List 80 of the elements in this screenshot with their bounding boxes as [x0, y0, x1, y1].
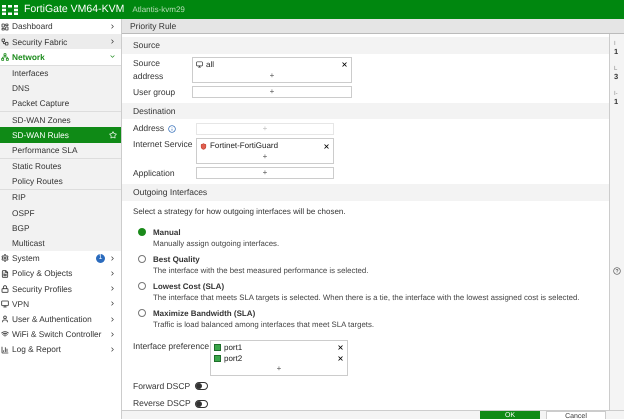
- field-label: Forward DSCP: [133, 380, 192, 392]
- sidebar-item[interactable]: VPN: [0, 296, 121, 312]
- chevron-icon: [109, 346, 116, 354]
- section-heading: Source: [122, 37, 609, 54]
- menu-icon: [1, 284, 9, 293]
- menu-icon: [1, 38, 9, 46]
- menu-icon: [1, 330, 9, 338]
- sidebar-item[interactable]: Security Fabric: [0, 34, 121, 50]
- shield-icon: [200, 142, 207, 150]
- field-label: User group: [133, 86, 176, 98]
- user-group-field[interactable]: +: [192, 86, 352, 98]
- interface-tag: port2: [224, 352, 334, 364]
- sidebar-subitem[interactable]: Performance SLA: [0, 142, 121, 158]
- sidebar-item[interactable]: Network: [0, 49, 121, 65]
- sidebar-subitem[interactable]: BGP: [0, 220, 121, 236]
- star-icon[interactable]: [109, 130, 117, 139]
- sidebar-subitem[interactable]: SD-WAN Rules: [0, 127, 121, 142]
- sidebar-item[interactable]: Security Profiles: [0, 281, 121, 296]
- sidebar-item[interactable]: WiFi & Switch Controller: [0, 326, 121, 342]
- sidebar-item[interactable]: User & Authentication: [0, 312, 121, 327]
- radio-button[interactable]: [138, 308, 146, 316]
- address-tag: all: [206, 58, 338, 71]
- menu-icon: [1, 254, 9, 262]
- field-label: Interface preference: [133, 340, 210, 352]
- remove-icon[interactable]: [337, 354, 344, 362]
- menu-icon: [1, 300, 9, 308]
- sidebar-subitem[interactable]: Interfaces: [0, 66, 121, 81]
- menu-icon: [1, 315, 9, 324]
- menu-icon: [1, 270, 9, 278]
- menu-icon: [1, 22, 9, 31]
- sidebar-item[interactable]: Policy & Objects: [0, 266, 121, 282]
- strategy-title[interactable]: Best Quality: [153, 254, 368, 264]
- radio-button[interactable]: [138, 282, 146, 290]
- help-icon[interactable]: [613, 267, 621, 275]
- product-name: FortiGate VM64-KVM: [24, 2, 124, 17]
- section-heading: Destination: [122, 102, 609, 120]
- application-field[interactable]: +: [196, 167, 334, 180]
- sidebar-subitem[interactable]: Policy Routes: [0, 174, 121, 190]
- field-label: Reverse DSCP: [133, 397, 192, 410]
- info-icon[interactable]: [168, 124, 176, 133]
- sidebar-subitem[interactable]: SD-WAN Zones: [0, 112, 121, 128]
- remove-icon[interactable]: [341, 61, 348, 68]
- chevron-icon: [109, 254, 116, 262]
- internet-service-field[interactable]: Fortinet-FortiGuard +: [196, 138, 334, 164]
- field-label: Internet Service: [133, 138, 194, 151]
- address-icon: [196, 61, 203, 68]
- remove-icon[interactable]: [337, 344, 344, 350]
- remove-icon[interactable]: [323, 142, 330, 150]
- interface-tag: port1: [224, 342, 334, 352]
- radio-button[interactable]: [138, 228, 146, 236]
- radio-button[interactable]: [138, 254, 146, 262]
- field-label: Application: [133, 167, 176, 180]
- sidebar-subitem[interactable]: DNS: [0, 80, 121, 96]
- add-button[interactable]: +: [196, 70, 348, 81]
- strategy-intro: Select a strategy for how outgoing interfaces will be chosen.: [133, 206, 347, 218]
- add-button[interactable]: +: [200, 152, 330, 162]
- toggle-switch[interactable]: [195, 382, 208, 390]
- hostname: Atlantis-kvm29: [132, 4, 185, 16]
- menu-icon: [1, 346, 9, 354]
- field-label: Address: [133, 122, 164, 136]
- strategy-title[interactable]: Manual: [153, 226, 280, 238]
- sidebar-item[interactable]: Log & Report: [0, 342, 121, 358]
- logo-icon: [2, 4, 18, 14]
- sidebar-subitem[interactable]: OSPF: [0, 205, 121, 220]
- service-tag: Fortinet-FortiGuard: [210, 140, 320, 152]
- toggle-switch[interactable]: [195, 400, 208, 408]
- sidebar-subitem[interactable]: Static Routes: [0, 158, 121, 174]
- sidebar-subitem[interactable]: RIP: [0, 190, 121, 206]
- sidebar-subitem[interactable]: Packet Capture: [0, 96, 121, 112]
- strategy-title[interactable]: Maximize Bandwidth (SLA): [153, 308, 374, 318]
- strategy-title[interactable]: Lowest Cost (SLA): [153, 280, 580, 292]
- sidebar-subitem[interactable]: Multicast: [0, 236, 121, 251]
- field-label: Source address: [133, 56, 164, 82]
- sidebar-item[interactable]: Dashboard: [0, 19, 121, 34]
- menu-icon: [1, 52, 9, 61]
- source-address-field[interactable]: all +: [192, 56, 352, 83]
- interface-preference-field[interactable]: port1 port2 +: [210, 340, 348, 376]
- section-heading: Outgoing Interfaces: [122, 184, 609, 200]
- add-button[interactable]: +: [214, 364, 344, 374]
- page-title: Priority Rule: [122, 19, 624, 34]
